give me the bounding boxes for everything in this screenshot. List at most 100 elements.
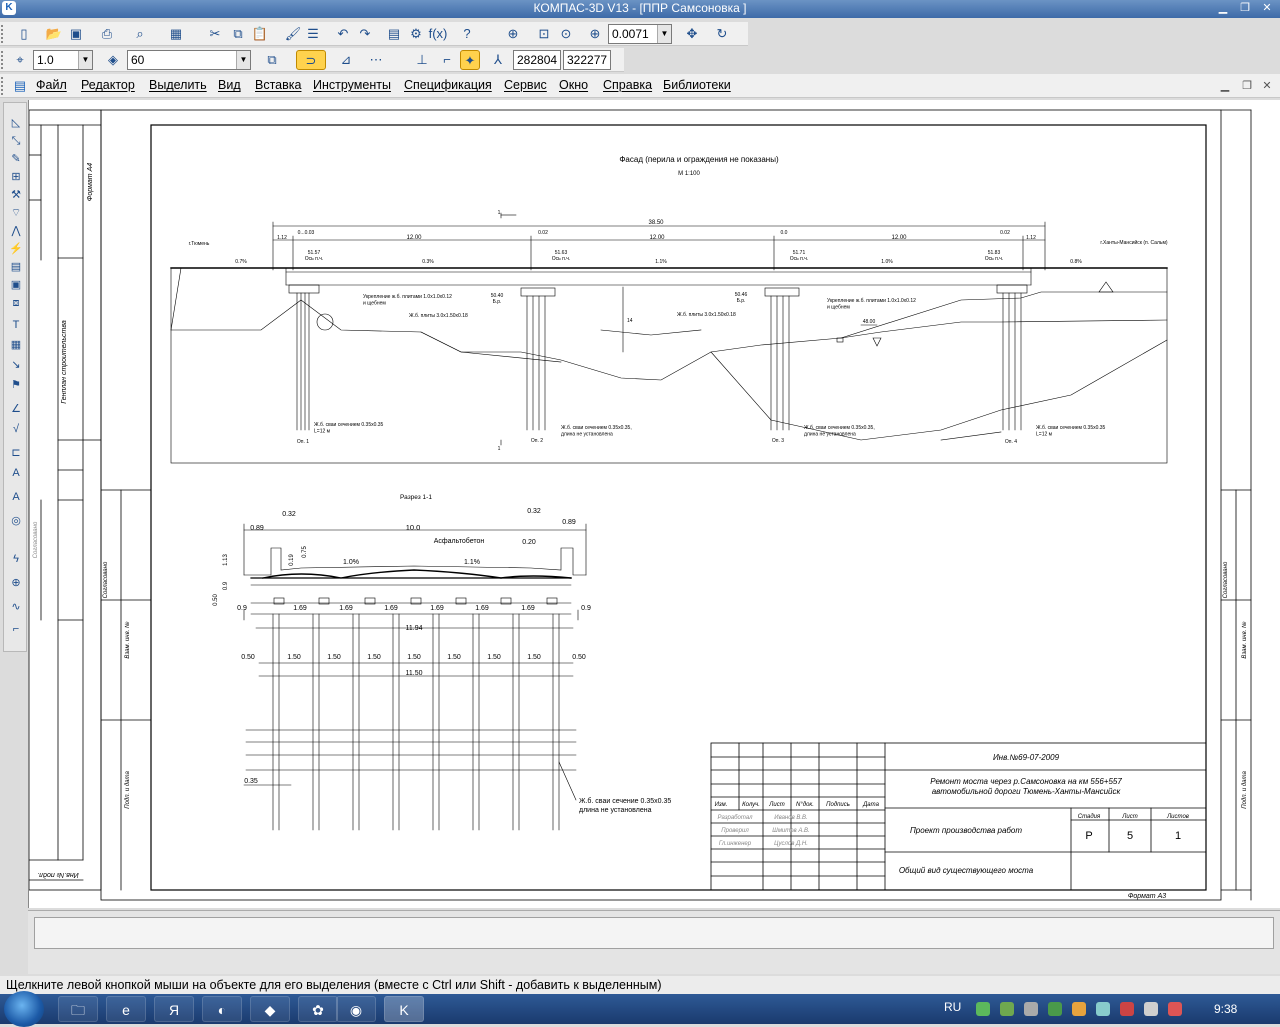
geometry-icon[interactable]: ◺ <box>7 115 25 131</box>
chevron-down-icon[interactable]: ▼ <box>236 51 250 69</box>
zoom-scale-icon[interactable]: ⊙ <box>556 24 576 44</box>
properties-icon[interactable]: ☰ <box>303 24 323 44</box>
ie-icon[interactable]: e <box>106 996 146 1022</box>
open-file-icon[interactable]: 📂 <box>44 24 64 44</box>
menu-tools[interactable]: Инструменты <box>313 78 391 92</box>
symbols-icon[interactable]: ✎ <box>7 151 25 167</box>
drawing-canvas[interactable]: Формат А4 Генплан строительства Инв.№ по… <box>28 100 1280 908</box>
chevron-down-icon[interactable]: ▼ <box>78 51 92 69</box>
layer-manager-icon[interactable]: ⧉ <box>262 50 282 70</box>
menu-libraries[interactable]: Библиотеки <box>663 78 731 92</box>
menu-insert[interactable]: Вставка <box>255 78 301 92</box>
start-button[interactable] <box>4 991 44 1027</box>
menu-editor[interactable]: Редактор <box>81 78 135 92</box>
yandex-icon[interactable]: Я <box>154 996 194 1022</box>
arrow-icon[interactable]: A <box>7 465 25 481</box>
grid-icon[interactable]: ⋯ <box>366 50 386 70</box>
close-button[interactable]: ✕ <box>1258 2 1276 15</box>
lightning-icon[interactable]: ϟ <box>7 551 25 567</box>
save-icon[interactable]: ▣ <box>66 24 86 44</box>
restore-button[interactable]: ❐ <box>1236 2 1254 15</box>
point-icon[interactable]: A <box>7 489 25 505</box>
kompas-taskbar-icon[interactable]: K <box>384 996 424 1022</box>
snap-step-icon[interactable]: ⌖ <box>10 50 30 70</box>
report-icon[interactable]: ▤ <box>7 259 25 275</box>
position-icon[interactable]: ⚑ <box>7 377 25 393</box>
explorer-icon[interactable]: 🗀 <box>58 996 98 1022</box>
media-icon[interactable]: ◐ <box>202 996 242 1022</box>
new-file-icon[interactable]: ▯ <box>14 24 34 44</box>
variables-fx-icon[interactable]: f(x) <box>428 24 448 44</box>
language-indicator[interactable]: RU <box>944 1000 961 1014</box>
editing-icon[interactable]: ⊞ <box>7 169 25 185</box>
tray-network-icon[interactable] <box>1048 1002 1062 1016</box>
app-icon-6[interactable]: ✿ <box>298 996 338 1022</box>
manager-icon[interactable]: ▦ <box>166 24 186 44</box>
library-icon[interactable]: ⚙ <box>406 24 426 44</box>
volume-icon[interactable] <box>1024 1002 1038 1016</box>
app-icon-5[interactable]: ◆ <box>250 996 290 1022</box>
menu-file[interactable]: Файл <box>36 78 67 92</box>
measure-icon[interactable]: ⌔ <box>7 205 25 221</box>
paste-icon[interactable]: 📋 <box>250 24 270 44</box>
rough-icon[interactable]: √ <box>7 421 25 437</box>
copy-icon[interactable]: ⧉ <box>228 24 248 44</box>
doc-minimize-button[interactable]: ▁ <box>1216 80 1234 93</box>
orthogonal-icon[interactable]: ⊿ <box>336 50 356 70</box>
crosshair-icon[interactable]: ⊕ <box>7 575 25 591</box>
zoom-in-icon[interactable]: ⊕ <box>503 24 523 44</box>
circle-icon[interactable]: ◎ <box>7 513 25 529</box>
line-scale-select[interactable]: 1.0 ▼ <box>33 50 93 70</box>
layer-select[interactable]: 60 ▼ <box>127 50 251 70</box>
chevron-down-icon[interactable]: ▼ <box>657 25 671 43</box>
zoom-window-icon[interactable]: ⊡ <box>534 24 554 44</box>
parametrization-icon[interactable]: ⚒ <box>7 187 25 203</box>
pan-icon[interactable]: ✥ <box>682 24 702 44</box>
tray-cloud-icon[interactable] <box>1096 1002 1110 1016</box>
doc-close-button[interactable]: ✕ <box>1258 80 1276 93</box>
help-pointer-icon[interactable]: ? <box>457 24 477 44</box>
local-cs-icon[interactable]: ⊥ <box>412 50 432 70</box>
layer-icon[interactable]: ◈ <box>103 50 123 70</box>
toolbar-grip[interactable] <box>1 51 4 69</box>
snap-magnet-icon[interactable]: ⊃ <box>296 50 326 70</box>
toolbar-grip[interactable] <box>1 25 4 43</box>
spec-icon[interactable]: ⚡ <box>7 241 25 257</box>
tray-utorrent-icon[interactable] <box>976 1002 990 1016</box>
menu-window[interactable]: Окно <box>559 78 588 92</box>
zoom-select[interactable]: 0.0071 ▼ <box>608 24 672 44</box>
clock[interactable]: 9:38 <box>1214 1002 1237 1016</box>
table-icon[interactable]: ▦ <box>7 337 25 353</box>
leader-icon[interactable]: ↘ <box>7 357 25 373</box>
property-panel[interactable] <box>34 917 1274 949</box>
zoom-icon[interactable]: ⊕ <box>585 24 605 44</box>
undo-icon[interactable]: ↶ <box>333 24 353 44</box>
frame-icon[interactable]: ⊏ <box>7 445 25 461</box>
select-icon[interactable]: ⋀ <box>7 223 25 239</box>
menu-view[interactable]: Вид <box>218 78 241 92</box>
tray-flag-icon[interactable] <box>1144 1002 1158 1016</box>
tree-icon[interactable]: ▤ <box>384 24 404 44</box>
minimize-button[interactable]: ▁ <box>1214 2 1232 15</box>
properties-brush-icon[interactable]: 🖌 <box>283 24 303 44</box>
spline-icon[interactable]: ∿ <box>7 599 25 615</box>
chrome-icon[interactable]: ◉ <box>336 996 376 1022</box>
redo-icon[interactable]: ↷ <box>355 24 375 44</box>
preview-icon[interactable]: ⌕ <box>130 24 150 44</box>
coord-y-field[interactable]: 322277 <box>563 50 611 70</box>
coord-x-field[interactable]: 282804 <box>513 50 561 70</box>
document-icon[interactable]: ▤ <box>10 76 30 96</box>
tray-alert-icon[interactable] <box>1120 1002 1134 1016</box>
cut-icon[interactable]: ✂ <box>205 24 225 44</box>
menu-service[interactable]: Сервис <box>504 78 547 92</box>
angle-dimension-icon[interactable]: ∠ <box>7 401 25 417</box>
dimensions-icon[interactable]: ⤡ <box>7 133 25 149</box>
menu-select[interactable]: Выделить <box>149 78 207 92</box>
text-icon[interactable]: T <box>7 317 25 333</box>
menu-specification[interactable]: Спецификация <box>404 78 492 92</box>
tray-speaker-mute-icon[interactable] <box>1168 1002 1182 1016</box>
cursor-coord-icon[interactable]: ⅄ <box>488 50 508 70</box>
print-icon[interactable]: ⎙ <box>97 24 117 44</box>
refresh-icon[interactable]: ↻ <box>712 24 732 44</box>
menu-help[interactable]: Справка <box>603 78 652 92</box>
